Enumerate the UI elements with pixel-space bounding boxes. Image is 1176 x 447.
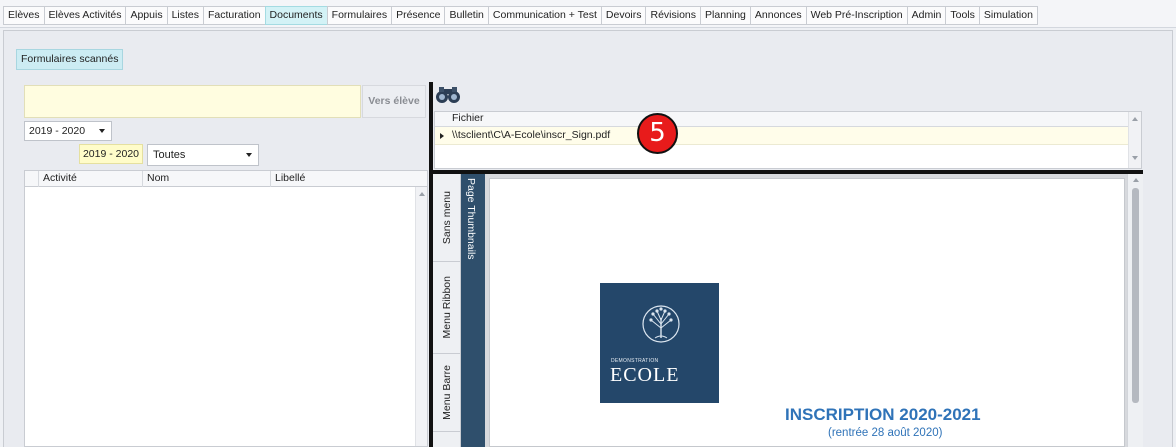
tab-admin[interactable]: Admin [906, 6, 947, 25]
document-area: DEMONSTRATION ECOLE INSCRIPTION 2020-202… [485, 174, 1143, 447]
file-path: \\tsclient\C\A-Ecole\inscr_Sign.pdf [452, 129, 611, 141]
scroll-up-icon[interactable] [1132, 117, 1138, 121]
tab-planning[interactable]: Planning [700, 6, 751, 25]
scroll-up-icon[interactable] [1133, 178, 1139, 182]
tab-formulaires[interactable]: Formulaires [326, 6, 393, 25]
document-title: INSCRIPTION 2020-2021 [785, 405, 981, 424]
row-indicator-header [25, 171, 39, 187]
binoculars-icon[interactable] [434, 84, 462, 106]
scroll-up-icon[interactable] [419, 192, 425, 196]
column-header-activite[interactable]: Activité [39, 171, 143, 187]
column-header-nom[interactable]: Nom [143, 171, 271, 187]
chevron-down-icon [246, 153, 252, 157]
document-scrollbar[interactable] [1127, 174, 1143, 447]
year-select-value: 2019 - 2020 [29, 125, 86, 137]
tab-documents[interactable]: Documents [264, 6, 328, 25]
tab-bulletin[interactable]: Bulletin [444, 6, 489, 25]
school-logo: DEMONSTRATION ECOLE [600, 283, 719, 403]
tab-web-pre-inscription[interactable]: Web Pré-Inscription [805, 6, 908, 25]
main-tabs: Elèves Elèves Activités Appuis Listes Factur… [3, 6, 1038, 25]
tab-menu-barre-label: Menu Barre [441, 365, 453, 420]
grid-scrollbar[interactable] [415, 187, 427, 446]
year-select[interactable]: 2019 - 2020 [24, 121, 112, 141]
column-header-libelle[interactable]: Libellé [271, 171, 415, 187]
tab-appuis[interactable]: Appuis [125, 6, 168, 25]
tab-facturation[interactable]: Facturation [203, 6, 266, 25]
tree-emblem-icon [642, 305, 680, 343]
tab-page-thumbnails-label: Page Thumbnails [465, 178, 477, 260]
chevron-down-icon [99, 129, 105, 133]
document-subtitle: (rentrée 28 août 2020) [828, 427, 943, 439]
tab-menu-ribbon-label: Menu Ribbon [441, 276, 453, 339]
activity-grid: Activité Nom Libellé [24, 170, 428, 447]
pdf-viewer: Sans menu Menu Ribbon Menu Barre Page Th… [433, 174, 1143, 447]
year-tag: 2019 - 2020 [79, 144, 143, 164]
scroll-down-icon[interactable] [1132, 156, 1138, 160]
tab-page-thumbnails[interactable]: Page Thumbnails [461, 174, 485, 447]
tab-eleves[interactable]: Elèves [3, 6, 45, 25]
vers-eleve-button[interactable]: Vers élève [362, 85, 426, 118]
viewer-side-tabs: Sans menu Menu Ribbon Menu Barre [433, 174, 461, 447]
filter-select-value: Toutes [153, 149, 186, 161]
tab-sans-menu[interactable]: Sans menu [433, 174, 461, 262]
tab-menu-ribbon[interactable]: Menu Ribbon [433, 262, 461, 354]
tab-devoirs[interactable]: Devoirs [600, 6, 647, 25]
tab-annonces[interactable]: Annonces [749, 6, 807, 25]
tab-presence[interactable]: Présence [391, 6, 446, 25]
tab-sans-menu-label: Sans menu [441, 190, 453, 245]
top-navigation: Elèves Elèves Activités Appuis Listes Factur… [0, 0, 1176, 28]
logo-wordmark: ECOLE [610, 364, 680, 386]
tab-communication-test[interactable]: Communication + Test [487, 6, 602, 25]
tab-eleves-activites[interactable]: Elèves Activités [43, 6, 127, 25]
file-row[interactable]: \\tsclient\C\A-Ecole\inscr_Sign.pdf [435, 127, 1129, 145]
column-header-fichier[interactable]: Fichier [435, 112, 1129, 127]
file-grid: Fichier \\tsclient\C\A-Ecole\inscr_Sign.… [434, 111, 1142, 169]
subtab-formulaires-scannes[interactable]: Formulaires scannés [16, 49, 124, 70]
tab-simulation[interactable]: Simulation [978, 6, 1038, 25]
grid-header: Activité Nom Libellé [25, 171, 427, 187]
file-grid-scrollbar[interactable] [1128, 112, 1141, 168]
scroll-thumb[interactable] [1132, 188, 1139, 403]
student-search-input[interactable] [24, 85, 361, 118]
tab-revisions[interactable]: Révisions [645, 6, 702, 25]
tab-listes[interactable]: Listes [166, 6, 205, 25]
annotation-badge: 5 [637, 113, 678, 154]
row-selector-icon [440, 133, 444, 139]
filter-select[interactable]: Toutes [147, 144, 259, 166]
tab-tools[interactable]: Tools [945, 6, 980, 25]
left-panel: Vers élève 2019 - 2020 2019 - 2020 Toute… [22, 82, 428, 447]
tab-menu-barre[interactable]: Menu Barre [433, 354, 461, 432]
document-page: DEMONSTRATION ECOLE INSCRIPTION 2020-202… [489, 178, 1125, 447]
